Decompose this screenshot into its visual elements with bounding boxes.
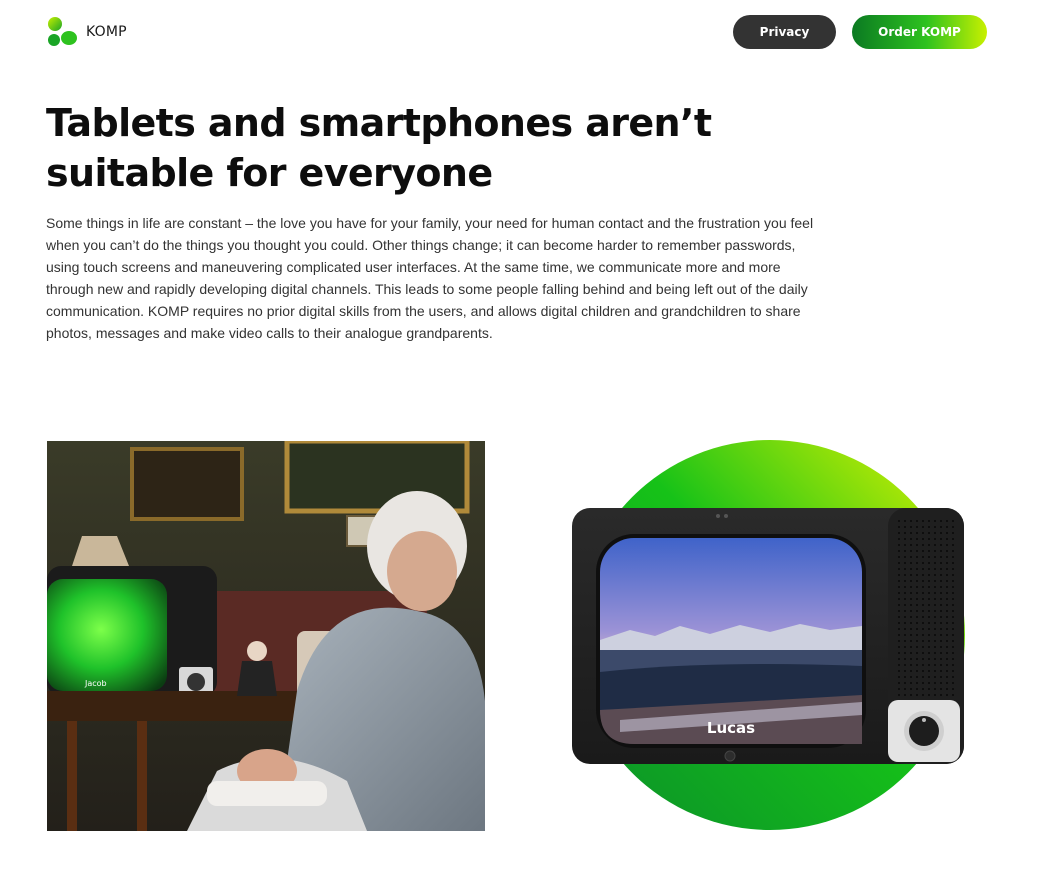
device-screen-name: Lucas (707, 719, 755, 737)
order-komp-button[interactable]: Order KOMP (852, 15, 987, 49)
page-headline: Tablets and smartphones aren’t suitable … (46, 101, 712, 195)
photo-screen-name: Jacob (84, 679, 107, 688)
brand-name: KOMP (86, 24, 127, 40)
komp-device-illustration: Lucas (560, 440, 980, 832)
komp-logo-icon (48, 17, 77, 46)
brand-logo[interactable]: KOMP (46, 16, 127, 48)
elderly-user-photo: Jacob (47, 441, 485, 831)
site-header: KOMP Privacy Order KOMP (0, 0, 1040, 64)
privacy-button[interactable]: Privacy (733, 15, 836, 49)
intro-paragraph: Some things in life are constant – the l… (46, 215, 814, 341)
